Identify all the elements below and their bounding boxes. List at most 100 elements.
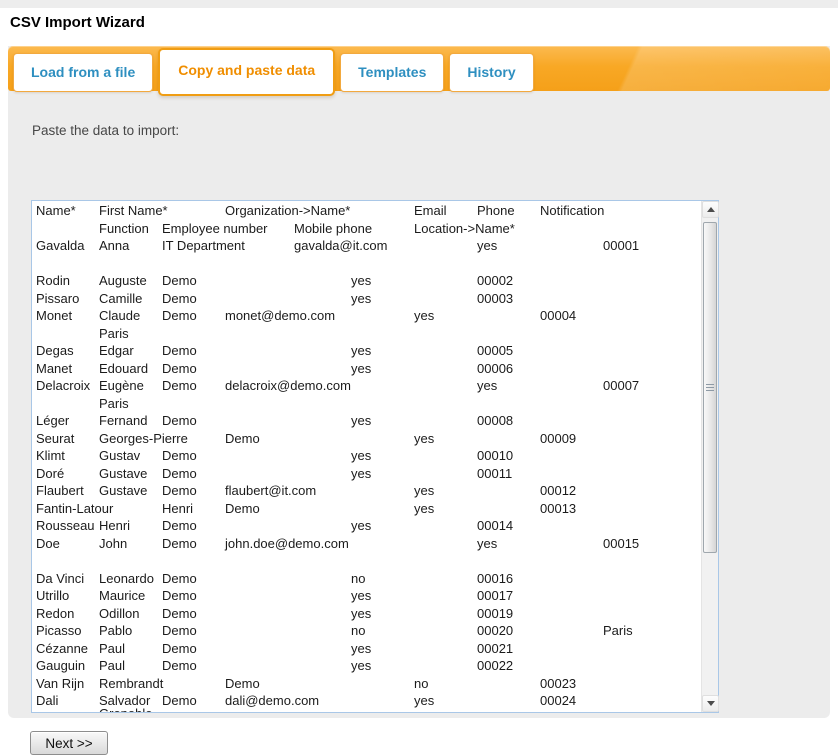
csv-cell: Doe [36, 536, 60, 551]
csv-cell: no [414, 676, 428, 691]
csv-cell: Demo [162, 273, 197, 288]
tab-history[interactable]: History [449, 53, 533, 92]
csv-cell: flaubert@it.com [225, 483, 316, 498]
csv-cell: Pablo [99, 623, 132, 638]
csv-cell: 00006 [477, 361, 513, 376]
csv-cell: Demo [162, 623, 197, 638]
csv-cell: Odillon [99, 606, 139, 621]
paste-data-textarea[interactable]: Name*First Name*Organization->Name*Email… [31, 200, 719, 713]
csv-cell: Rodin [36, 273, 70, 288]
tab-load-from-a-file[interactable]: Load from a file [13, 53, 153, 92]
csv-cell: Léger [36, 413, 69, 428]
csv-cell: 00015 [603, 536, 639, 551]
csv-cell: Gustav [99, 448, 140, 463]
csv-cell: Delacroix [36, 378, 90, 393]
csv-cell: Demo [162, 588, 197, 603]
tab-bar: Load from a fileCopy and paste dataTempl… [8, 46, 830, 91]
csv-cell: 00023 [540, 676, 576, 691]
csv-cell: Flaubert [36, 483, 84, 498]
csv-cell: Pissaro [36, 291, 79, 306]
csv-cell: 00011 [477, 466, 512, 481]
csv-cell: IT Department [162, 238, 245, 253]
tab-templates[interactable]: Templates [340, 53, 444, 92]
csv-cell: Edouard [99, 361, 148, 376]
csv-cell: 00002 [477, 273, 513, 288]
csv-cell: yes [351, 413, 371, 428]
next-button[interactable]: Next >> [30, 731, 108, 755]
csv-cell: Demo [162, 536, 197, 551]
csv-cell: Notification [540, 203, 604, 218]
csv-cell: Camille [99, 291, 142, 306]
csv-cell: John [99, 536, 127, 551]
csv-cell: yes [414, 483, 434, 498]
csv-cell: Eugène [99, 378, 144, 393]
csv-cell: Phone [477, 203, 515, 218]
csv-cell: yes [351, 606, 371, 621]
tab-copy-and-paste-data[interactable]: Copy and paste data [158, 48, 335, 96]
csv-cell: Mobile phone [294, 221, 372, 236]
csv-cell: Rousseau [36, 518, 95, 533]
csv-cell: 00017 [477, 588, 513, 603]
csv-cell: Georges-Pierre [99, 431, 188, 446]
csv-cell: Henri [162, 501, 193, 516]
scrollbar-thumb[interactable] [703, 222, 717, 553]
csv-cell: john.doe@demo.com [225, 536, 349, 551]
csv-cell: Demo [162, 361, 197, 376]
csv-cell: dali@demo.com [225, 693, 319, 708]
scroll-up-button[interactable] [702, 201, 719, 218]
csv-cell: yes [351, 641, 371, 656]
pasted-csv-text[interactable]: Name*First Name*Organization->Name*Email… [32, 201, 701, 712]
csv-cell: Fernand [99, 413, 147, 428]
csv-cell: Fantin-Latour [36, 501, 113, 516]
csv-cell: 00016 [477, 571, 513, 586]
csv-cell: 00021 [477, 641, 513, 656]
csv-cell: yes [351, 518, 371, 533]
csv-cell: Demo [162, 343, 197, 358]
scroll-down-button[interactable] [702, 695, 719, 712]
csv-cell: yes [477, 536, 497, 551]
csv-cell: Location->Name* [414, 221, 515, 236]
csv-cell: Doré [36, 466, 64, 481]
csv-cell: yes [351, 588, 371, 603]
csv-cell: Paul [99, 658, 125, 673]
csv-cell: Redon [36, 606, 74, 621]
csv-cell: Paris [99, 326, 129, 341]
csv-cell: Paris [603, 623, 633, 638]
csv-cell: Manet [36, 361, 72, 376]
csv-cell: Van Rijn [36, 676, 84, 691]
csv-cell: 00005 [477, 343, 513, 358]
csv-cell: Grenoble [99, 706, 152, 712]
csv-cell: Maurice [99, 588, 145, 603]
csv-cell: Demo [162, 483, 197, 498]
csv-cell: Edgar [99, 343, 134, 358]
csv-cell: Paul [99, 641, 125, 656]
csv-cell: 00020 [477, 623, 513, 638]
vertical-scrollbar[interactable] [701, 201, 718, 712]
csv-cell: Gauguin [36, 658, 85, 673]
csv-cell: Monet [36, 308, 72, 323]
csv-cell: yes [351, 343, 371, 358]
csv-cell: Demo [162, 466, 197, 481]
csv-cell: 00013 [540, 501, 576, 516]
csv-cell: Demo [162, 291, 197, 306]
csv-cell: Rembrandt [99, 676, 163, 691]
csv-cell: Email [414, 203, 447, 218]
csv-cell: Employee number [162, 221, 268, 236]
csv-cell: Paris [99, 396, 129, 411]
csv-cell: yes [414, 431, 434, 446]
scroll-down-icon [707, 701, 715, 706]
csv-cell: 00003 [477, 291, 513, 306]
csv-cell: yes [414, 693, 434, 708]
csv-cell: Demo [162, 641, 197, 656]
csv-cell: 00022 [477, 658, 513, 673]
csv-cell: Organization->Name* [225, 203, 350, 218]
csv-cell: 00008 [477, 413, 513, 428]
csv-cell: delacroix@demo.com [225, 378, 351, 393]
paste-instruction-label: Paste the data to import: [32, 123, 179, 138]
csv-cell: yes [351, 466, 371, 481]
csv-cell: Demo [225, 501, 260, 516]
csv-cell: Seurat [36, 431, 74, 446]
csv-cell: Gustave [99, 466, 147, 481]
csv-cell: Gustave [99, 483, 147, 498]
csv-cell: Claude [99, 308, 140, 323]
